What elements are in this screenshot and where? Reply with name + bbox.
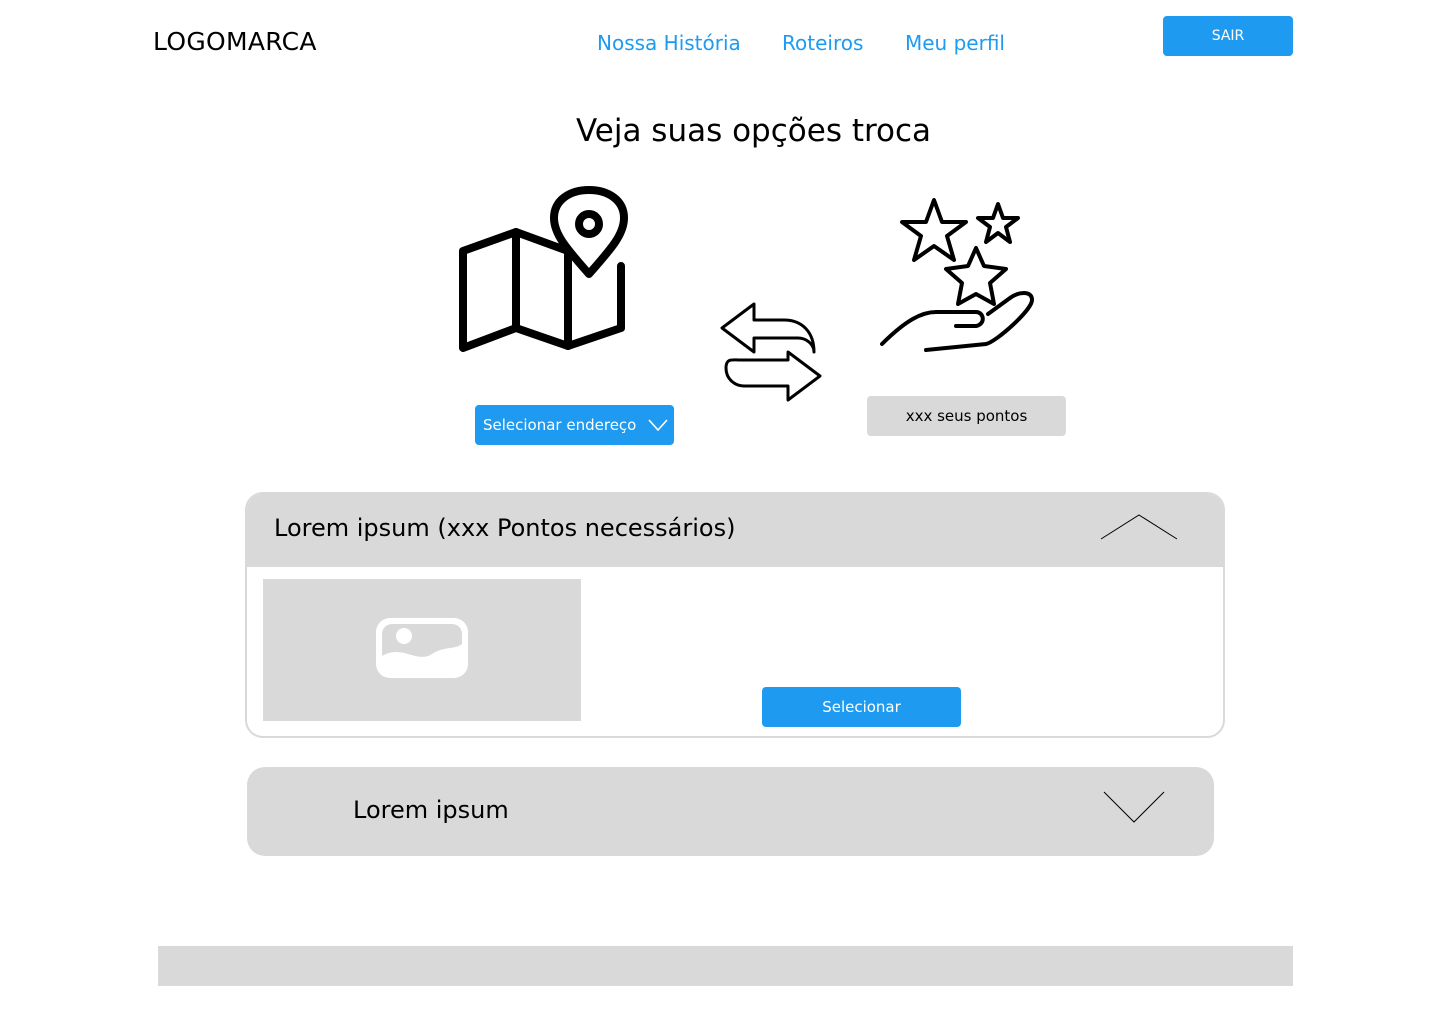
reward-card-title: Lorem ipsum (xxx Pontos necessários) — [274, 514, 736, 542]
select-reward-button[interactable]: Selecionar — [762, 687, 961, 727]
nav-link-nossa-historia[interactable]: Nossa História — [597, 31, 741, 55]
reward-card-expanded: Lorem ipsum (xxx Pontos necessários) Sel… — [245, 492, 1225, 738]
reward-card-title: Lorem ipsum — [353, 796, 509, 824]
footer — [158, 946, 1293, 986]
page-title: Veja suas opções troca — [575, 113, 932, 149]
logo: LOGOMARCA — [153, 27, 317, 56]
chevron-down-icon[interactable] — [1103, 790, 1165, 824]
logout-button[interactable]: SAIR — [1163, 16, 1293, 56]
swap-arrows-icon — [720, 302, 822, 402]
reward-image-placeholder — [263, 579, 581, 721]
image-icon — [376, 618, 468, 678]
address-select-label: Selecionar endereço — [483, 416, 637, 434]
nav-link-roteiros[interactable]: Roteiros — [782, 31, 863, 55]
reward-card-header[interactable]: Lorem ipsum (xxx Pontos necessários) — [247, 494, 1223, 567]
map-pin-icon — [459, 186, 628, 352]
chevron-up-icon[interactable] — [1099, 513, 1179, 541]
hand-stars-icon — [880, 198, 1034, 352]
points-badge: xxx seus pontos — [867, 396, 1066, 436]
address-select[interactable]: Selecionar endereço — [475, 405, 674, 445]
reward-card-collapsed[interactable]: Lorem ipsum — [247, 767, 1214, 856]
nav-link-meu-perfil[interactable]: Meu perfil — [905, 31, 1005, 55]
chevron-down-icon — [648, 419, 668, 431]
